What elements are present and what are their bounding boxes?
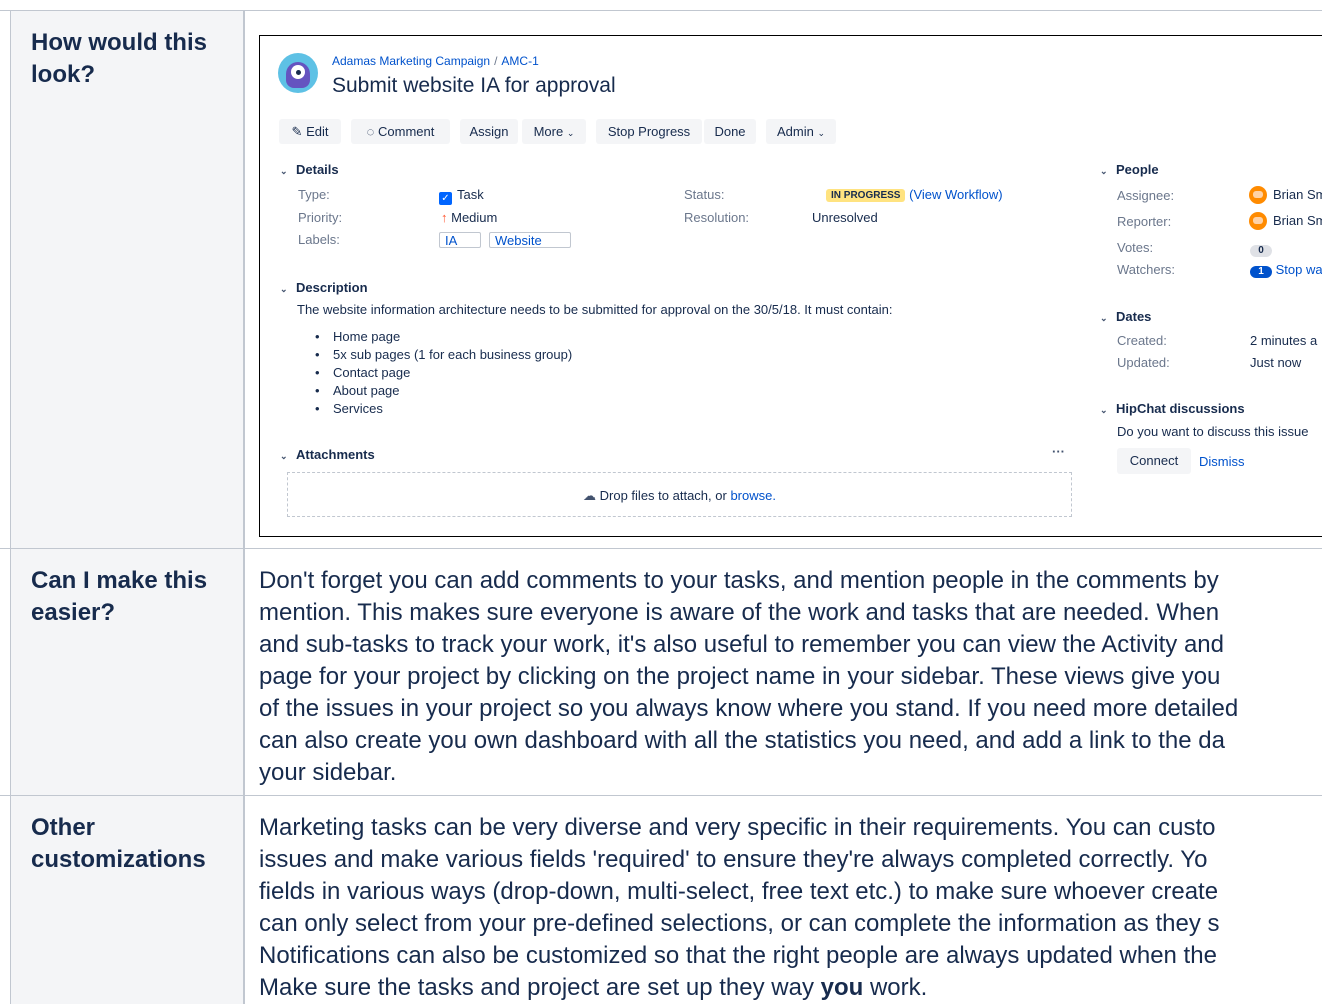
votes-label: Votes: bbox=[1117, 240, 1154, 255]
watchers-value[interactable]: 1 Stop wa bbox=[1250, 262, 1322, 278]
status-value: IN PROGRESS (View Workflow) bbox=[826, 187, 1003, 202]
row-header: Other customizations bbox=[10, 796, 245, 1004]
list-item: 5x sub pages (1 for each business group) bbox=[315, 347, 572, 362]
issue-key-link[interactable]: AMC-1 bbox=[501, 54, 538, 68]
project-avatar bbox=[278, 53, 318, 93]
assign-button[interactable]: Assign bbox=[460, 119, 518, 144]
chevron-down-icon: ⌄ bbox=[1100, 166, 1108, 176]
labels-label: Labels: bbox=[298, 232, 340, 247]
updated-label: Updated: bbox=[1117, 355, 1170, 370]
status-badge: IN PROGRESS bbox=[826, 189, 906, 202]
description-text: The website information architecture nee… bbox=[297, 302, 893, 317]
created-label: Created: bbox=[1117, 333, 1167, 348]
admin-button[interactable]: Admin ⌄ bbox=[766, 119, 836, 144]
row-header: How would this look? bbox=[10, 11, 245, 549]
issue-screenshot: Adamas Marketing Campaign / AMC-1 Submit w… bbox=[259, 35, 1322, 537]
comment-icon: ◌ bbox=[366, 124, 375, 139]
resolution-label: Resolution: bbox=[684, 210, 750, 225]
table-row: Other customizations Marketing tasks can… bbox=[0, 795, 1322, 1004]
vote-badge: 0 bbox=[1250, 245, 1272, 257]
browse-link[interactable]: browse. bbox=[730, 488, 776, 503]
status-label: Status: bbox=[684, 187, 725, 202]
chevron-down-icon: ⌄ bbox=[280, 451, 288, 461]
details-toggle[interactable]: ⌄ Details bbox=[280, 162, 339, 177]
label-tag[interactable]: Website bbox=[489, 232, 571, 248]
type-value: ✓ Task bbox=[439, 187, 484, 205]
row-body: Marketing tasks can be very diverse and … bbox=[259, 814, 1220, 1001]
more-options-icon[interactable]: ··· bbox=[1052, 444, 1065, 459]
list-item: Home page bbox=[315, 329, 400, 344]
cloud-upload-icon: ☁ bbox=[583, 488, 597, 503]
info-table: How would this look? Adamas Marketing Ca… bbox=[0, 0, 1322, 1004]
chevron-down-icon: ⌄ bbox=[1100, 313, 1108, 323]
assignee-value[interactable]: Brian Sm bbox=[1249, 186, 1322, 204]
hipchat-toggle[interactable]: ⌄ HipChat discussions bbox=[1100, 401, 1245, 416]
edit-button[interactable]: ✎ Edit bbox=[279, 119, 341, 144]
chevron-down-icon: ⌄ bbox=[280, 284, 288, 294]
reporter-value[interactable]: Brian Sm bbox=[1249, 212, 1322, 230]
list-item: About page bbox=[315, 383, 399, 398]
table-row: Can I make this easier? Don't forget you… bbox=[0, 548, 1322, 796]
row-heading: Can I make this easier? bbox=[31, 567, 208, 626]
votes-count[interactable]: 0 bbox=[1250, 241, 1272, 257]
attachment-dropzone[interactable]: ☁ Drop files to attach, or browse. bbox=[287, 472, 1072, 517]
list-item: Contact page bbox=[315, 365, 410, 380]
done-button[interactable]: Done bbox=[704, 119, 756, 144]
arrow-up-icon: ↑ bbox=[441, 210, 448, 225]
connect-button[interactable]: Connect bbox=[1117, 448, 1191, 474]
label-tag[interactable]: IA bbox=[439, 232, 481, 248]
chevron-down-icon: ⌄ bbox=[1100, 405, 1108, 415]
dates-toggle[interactable]: ⌄ Dates bbox=[1100, 309, 1151, 324]
stop-progress-button[interactable]: Stop Progress bbox=[596, 119, 702, 144]
priority-value: ↑ Medium bbox=[441, 210, 498, 225]
chevron-down-icon: ⌄ bbox=[280, 166, 288, 176]
task-icon: ✓ bbox=[439, 192, 452, 205]
people-toggle[interactable]: ⌄ People bbox=[1100, 162, 1159, 177]
watcher-badge: 1 bbox=[1250, 266, 1272, 278]
pencil-icon: ✎ bbox=[291, 124, 303, 139]
row-heading: How would this look? bbox=[31, 29, 207, 88]
table-row: How would this look? Adamas Marketing Ca… bbox=[0, 10, 1322, 549]
chevron-down-icon: ⌄ bbox=[566, 128, 575, 138]
type-label: Type: bbox=[298, 187, 330, 202]
chevron-down-icon: ⌄ bbox=[817, 128, 826, 138]
dismiss-link[interactable]: Dismiss bbox=[1199, 454, 1245, 469]
hipchat-prompt: Do you want to discuss this issue bbox=[1117, 424, 1309, 439]
project-link[interactable]: Adamas Marketing Campaign bbox=[332, 54, 490, 68]
created-value: 2 minutes a bbox=[1250, 333, 1318, 348]
list-item: Services bbox=[315, 401, 383, 416]
avatar bbox=[1249, 186, 1267, 204]
updated-value: Just now bbox=[1250, 355, 1302, 370]
assignee-label: Assignee: bbox=[1117, 188, 1175, 203]
row-header: Can I make this easier? bbox=[10, 549, 245, 796]
priority-label: Priority: bbox=[298, 210, 343, 225]
row-body: Don't forget you can add comments to you… bbox=[259, 567, 1239, 786]
more-button[interactable]: More ⌄ bbox=[522, 119, 586, 144]
watchers-label: Watchers: bbox=[1117, 262, 1176, 277]
reporter-label: Reporter: bbox=[1117, 214, 1172, 229]
resolution-value: Unresolved bbox=[812, 210, 878, 225]
stop-watching-link[interactable]: Stop wa bbox=[1276, 262, 1322, 277]
comment-button[interactable]: ◌ Comment bbox=[351, 119, 450, 144]
attachments-toggle[interactable]: ⌄ Attachments bbox=[280, 447, 375, 462]
description-toggle[interactable]: ⌄ Description bbox=[280, 280, 368, 295]
row-heading: Other customizations bbox=[31, 814, 206, 873]
avatar bbox=[1249, 212, 1267, 230]
breadcrumb: Adamas Marketing Campaign / AMC-1 bbox=[332, 54, 539, 68]
view-workflow-link[interactable]: View Workflow bbox=[913, 187, 998, 202]
issue-title: Submit website IA for approval bbox=[332, 74, 616, 97]
